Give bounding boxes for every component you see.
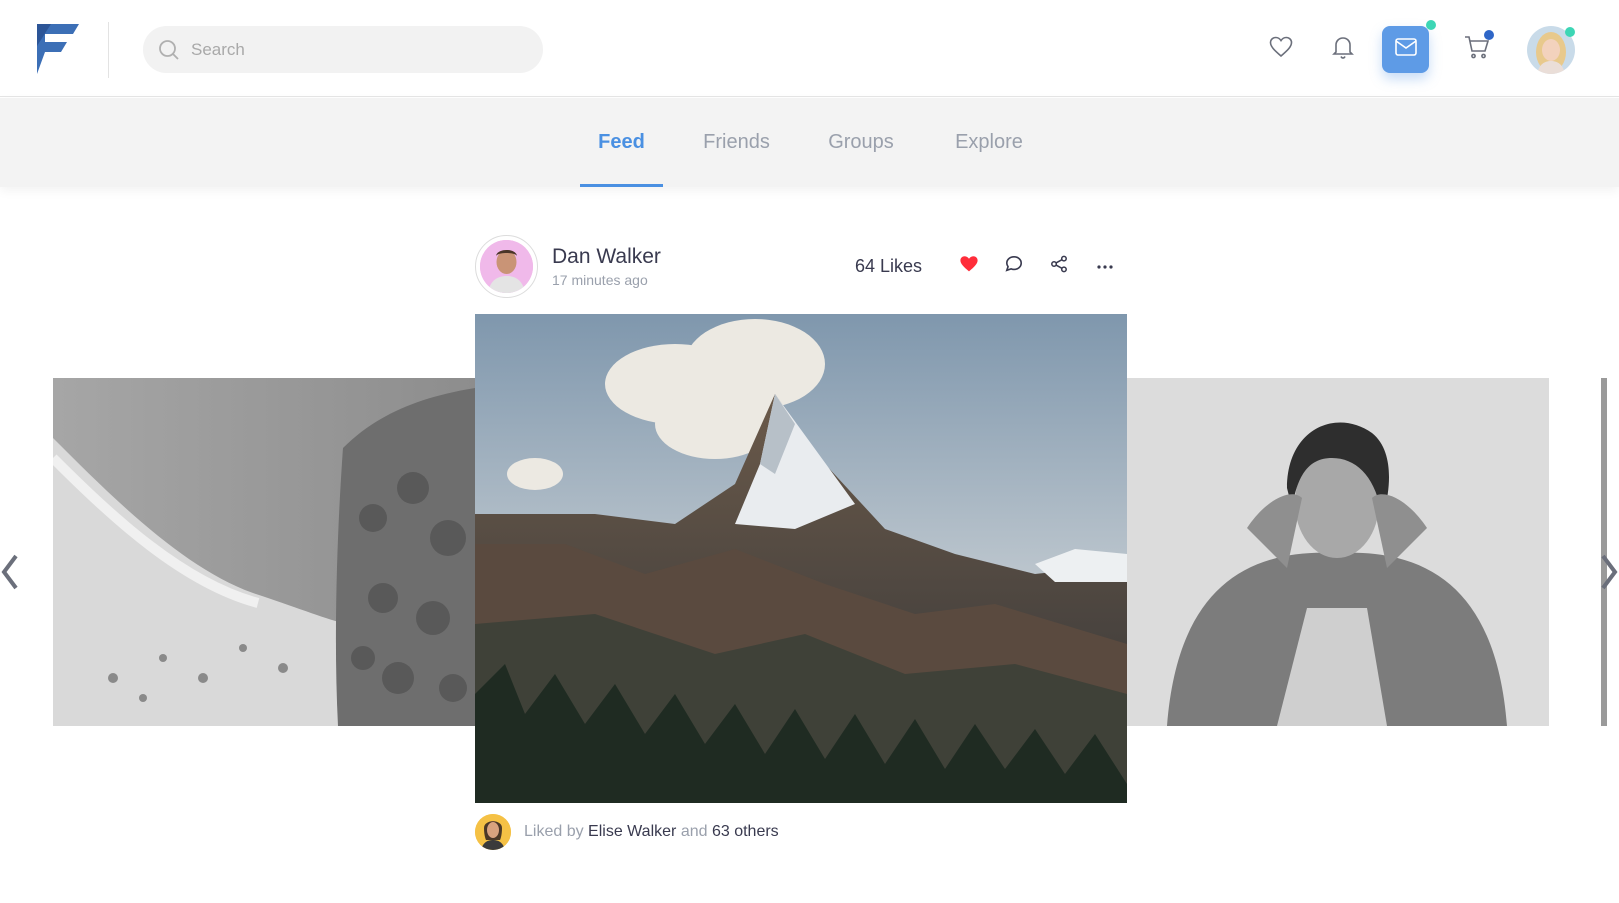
carousel-image-current[interactable]	[475, 314, 1127, 803]
heart-icon	[1269, 36, 1293, 63]
more-horizontal-icon	[1096, 257, 1114, 275]
bell-icon	[1332, 35, 1354, 64]
liked-by-text: Liked by Elise Walker and 63 others	[524, 823, 779, 841]
chevron-left-icon	[0, 554, 24, 596]
liker-avatar[interactable]	[475, 814, 511, 850]
post-author-name[interactable]: Dan Walker	[552, 245, 661, 269]
top-header	[0, 0, 1619, 97]
carousel-image-previous[interactable]	[53, 378, 475, 726]
liked-by-prefix: Liked by	[524, 823, 584, 840]
heart-filled-icon	[959, 255, 979, 278]
share-icon	[1050, 255, 1068, 278]
post-timestamp: 17 minutes ago	[552, 272, 648, 288]
liked-by-and: and	[680, 823, 708, 840]
like-button[interactable]	[957, 254, 981, 278]
tab-groups[interactable]: Groups	[820, 98, 902, 187]
cart-notification-dot	[1484, 30, 1494, 40]
tab-feed[interactable]: Feed	[580, 98, 663, 187]
chevron-right-icon	[1595, 554, 1619, 596]
mail-icon	[1394, 38, 1417, 61]
carousel-prev-button[interactable]	[0, 552, 24, 592]
messages-button[interactable]	[1382, 20, 1436, 73]
cart-button[interactable]	[1458, 30, 1496, 68]
more-options-button[interactable]	[1093, 254, 1117, 278]
tab-friends[interactable]: Friends	[693, 98, 780, 187]
liked-by-others[interactable]: 63 others	[712, 823, 779, 840]
share-button[interactable]	[1047, 254, 1071, 278]
logo-icon[interactable]	[37, 24, 79, 74]
comment-icon	[1005, 255, 1023, 278]
liked-by-name[interactable]: Elise Walker	[588, 823, 676, 840]
main-tabs: Feed Friends Groups Explore	[0, 98, 1619, 187]
comment-button[interactable]	[1002, 254, 1026, 278]
search-icon	[157, 38, 181, 67]
carousel-next-button[interactable]	[1595, 552, 1619, 592]
search-input[interactable]	[191, 26, 531, 73]
post-author-avatar[interactable]	[475, 235, 538, 298]
favorites-button[interactable]	[1262, 30, 1300, 68]
header-divider	[108, 22, 109, 78]
notifications-button[interactable]	[1324, 30, 1362, 68]
mail-notification-dot	[1426, 20, 1436, 30]
user-status-dot	[1565, 27, 1575, 37]
post-like-count: 64 Likes	[855, 256, 923, 276]
carousel-image-next[interactable]	[1127, 378, 1549, 726]
search-bar[interactable]	[143, 26, 543, 73]
tab-explore[interactable]: Explore	[945, 98, 1033, 187]
